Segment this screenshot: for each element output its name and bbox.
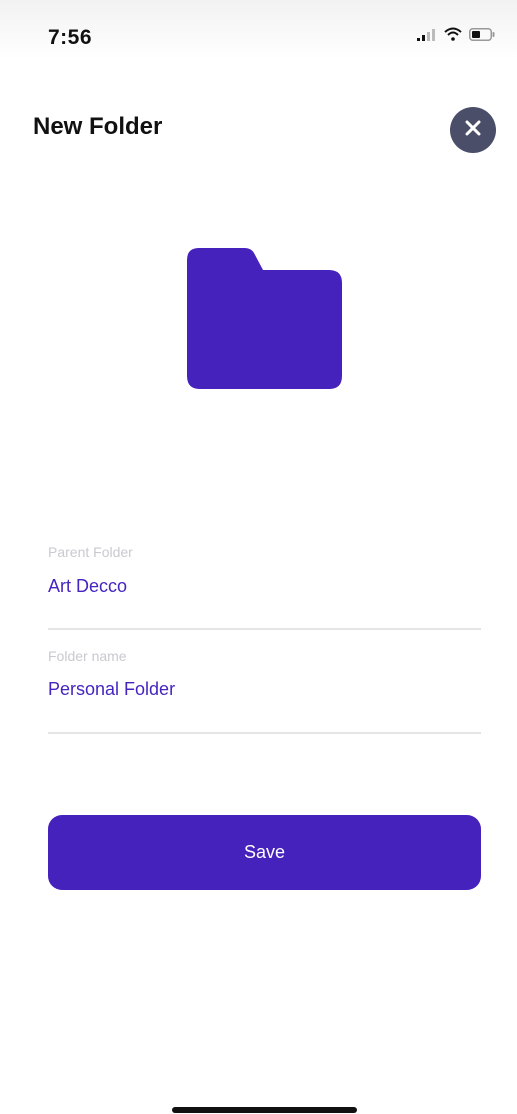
parent-folder-label: Parent Folder [48, 544, 133, 560]
parent-folder-value[interactable]: Art Decco [48, 576, 127, 597]
status-icons [417, 27, 495, 46]
signal-icon [417, 28, 437, 46]
home-indicator [172, 1107, 357, 1113]
parent-folder-divider [48, 628, 481, 630]
status-bar: 7:56 [0, 0, 517, 60]
status-time: 7:56 [48, 26, 93, 49]
save-button[interactable]: Save [48, 815, 481, 890]
new-folder-screen: 7:56 New Folder Parent Folder Art Decco … [0, 0, 517, 1114]
close-button[interactable] [450, 107, 496, 153]
page-title: New Folder [33, 113, 163, 140]
close-icon [464, 119, 482, 142]
folder-name-label: Folder name [48, 648, 127, 664]
wifi-icon [444, 27, 462, 46]
folder-icon [187, 248, 343, 395]
folder-name-divider [48, 732, 481, 734]
battery-icon [469, 27, 495, 46]
folder-name-input[interactable]: Personal Folder [48, 679, 175, 700]
